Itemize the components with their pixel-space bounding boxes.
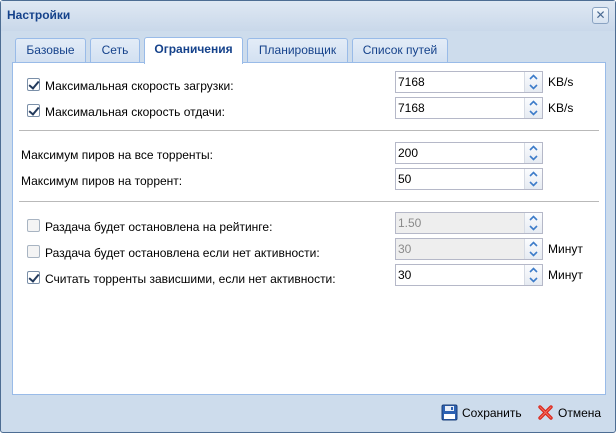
seed-idle-label: Раздача будет остановлена если нет актив… <box>45 246 320 260</box>
chevron-down-icon <box>529 277 538 283</box>
spin-up-button[interactable] <box>525 239 542 249</box>
section-divider <box>19 130 599 131</box>
spin-up-button[interactable] <box>525 213 542 223</box>
peers-total-spinner <box>395 142 543 164</box>
seed-idle-input[interactable] <box>396 239 524 259</box>
cancel-button[interactable]: Отмена <box>537 403 605 425</box>
settings-dialog: Настройки ✕ Базовые Сеть Ограничения Пла… <box>0 0 616 433</box>
chevron-down-icon <box>529 225 538 231</box>
download-limit-input[interactable] <box>396 72 524 92</box>
chevron-down-icon <box>529 155 538 161</box>
tab-label: Планировщик <box>258 43 337 57</box>
peers-per-torrent-input[interactable] <box>396 169 524 189</box>
tab-paths[interactable]: Список путей <box>352 38 448 63</box>
spin-buttons <box>524 265 542 285</box>
upload-limit-checkbox[interactable] <box>27 104 40 117</box>
upload-limit-input[interactable] <box>396 98 524 118</box>
spin-up-button[interactable] <box>525 169 542 179</box>
spin-up-button[interactable] <box>525 143 542 153</box>
spin-buttons <box>524 213 542 233</box>
stalled-unit: Минут <box>548 268 583 282</box>
tab-label: Сеть <box>101 43 129 57</box>
chevron-up-icon <box>529 171 538 177</box>
chevron-down-icon <box>529 181 538 187</box>
tab-basic[interactable]: Базовые <box>15 38 86 63</box>
peers-total-label: Максимум пиров на все торренты: <box>21 148 214 162</box>
save-button[interactable]: Сохранить <box>441 403 525 425</box>
seed-ratio-label: Раздача будет остановлена на рейтинге: <box>45 220 273 234</box>
tab-label: Базовые <box>26 43 75 57</box>
spin-up-button[interactable] <box>525 265 542 275</box>
upload-limit-unit: KB/s <box>548 101 574 115</box>
dialog-title: Настройки <box>7 8 71 22</box>
tab-label: Список путей <box>362 43 438 57</box>
chevron-up-icon <box>529 241 538 247</box>
chevron-down-icon <box>529 110 538 116</box>
spin-down-button[interactable] <box>525 153 542 163</box>
stalled-checkbox[interactable] <box>27 271 40 284</box>
close-button[interactable]: ✕ <box>592 7 609 24</box>
upload-limit-spinner <box>395 97 543 119</box>
seed-idle-checkbox[interactable] <box>27 245 40 258</box>
spin-up-button[interactable] <box>525 72 542 82</box>
floppy-disk-icon <box>441 404 458 421</box>
chevron-up-icon <box>529 100 538 106</box>
close-icon: ✕ <box>595 8 606 22</box>
seed-idle-spinner <box>395 238 543 260</box>
tab-network[interactable]: Сеть <box>90 38 140 63</box>
chevron-up-icon <box>529 267 538 273</box>
upload-limit-label: Максимальная скорость отдачи: <box>45 105 225 119</box>
tab-scheduler[interactable]: Планировщик <box>247 38 348 63</box>
download-limit-spinner <box>395 71 543 93</box>
tab-label: Ограничения <box>154 42 233 56</box>
tab-bar: Базовые Сеть Ограничения Планировщик Спи… <box>12 37 606 64</box>
peers-per-torrent-label: Максимум пиров на торрент: <box>21 174 183 188</box>
spin-down-button[interactable] <box>525 82 542 92</box>
spin-down-button[interactable] <box>525 275 542 285</box>
download-limit-checkbox[interactable] <box>27 78 40 91</box>
stalled-label: Считать торренты зависшими, если нет акт… <box>45 272 336 286</box>
stalled-spinner <box>395 264 543 286</box>
spin-buttons <box>524 239 542 259</box>
peers-total-input[interactable] <box>396 143 524 163</box>
spin-buttons <box>524 72 542 92</box>
chevron-down-icon <box>529 251 538 257</box>
download-limit-unit: KB/s <box>548 75 574 89</box>
spin-buttons <box>524 98 542 118</box>
title-bar[interactable]: Настройки ✕ <box>1 1 615 31</box>
chevron-up-icon <box>529 74 538 80</box>
spin-down-button[interactable] <box>525 179 542 189</box>
cancel-label: Отмена <box>558 406 602 420</box>
seed-ratio-input[interactable] <box>396 213 524 233</box>
limits-panel: Максимальная скорость загрузки: KB/s Мак… <box>12 62 606 395</box>
stalled-input[interactable] <box>396 265 524 285</box>
spin-down-button[interactable] <box>525 223 542 233</box>
spin-down-button[interactable] <box>525 249 542 259</box>
section-divider <box>19 201 599 202</box>
tab-limits[interactable]: Ограничения <box>144 37 243 64</box>
spin-down-button[interactable] <box>525 108 542 118</box>
seed-ratio-checkbox[interactable] <box>27 219 40 232</box>
chevron-up-icon <box>529 215 538 221</box>
spin-buttons <box>524 169 542 189</box>
download-limit-label: Максимальная скорость загрузки: <box>45 79 234 93</box>
spin-up-button[interactable] <box>525 98 542 108</box>
chevron-up-icon <box>529 145 538 151</box>
spin-buttons <box>524 143 542 163</box>
red-x-icon <box>538 405 553 420</box>
peers-per-torrent-spinner <box>395 168 543 190</box>
seed-ratio-spinner <box>395 212 543 234</box>
seed-idle-unit: Минут <box>548 242 583 256</box>
save-label: Сохранить <box>462 406 522 420</box>
chevron-down-icon <box>529 84 538 90</box>
